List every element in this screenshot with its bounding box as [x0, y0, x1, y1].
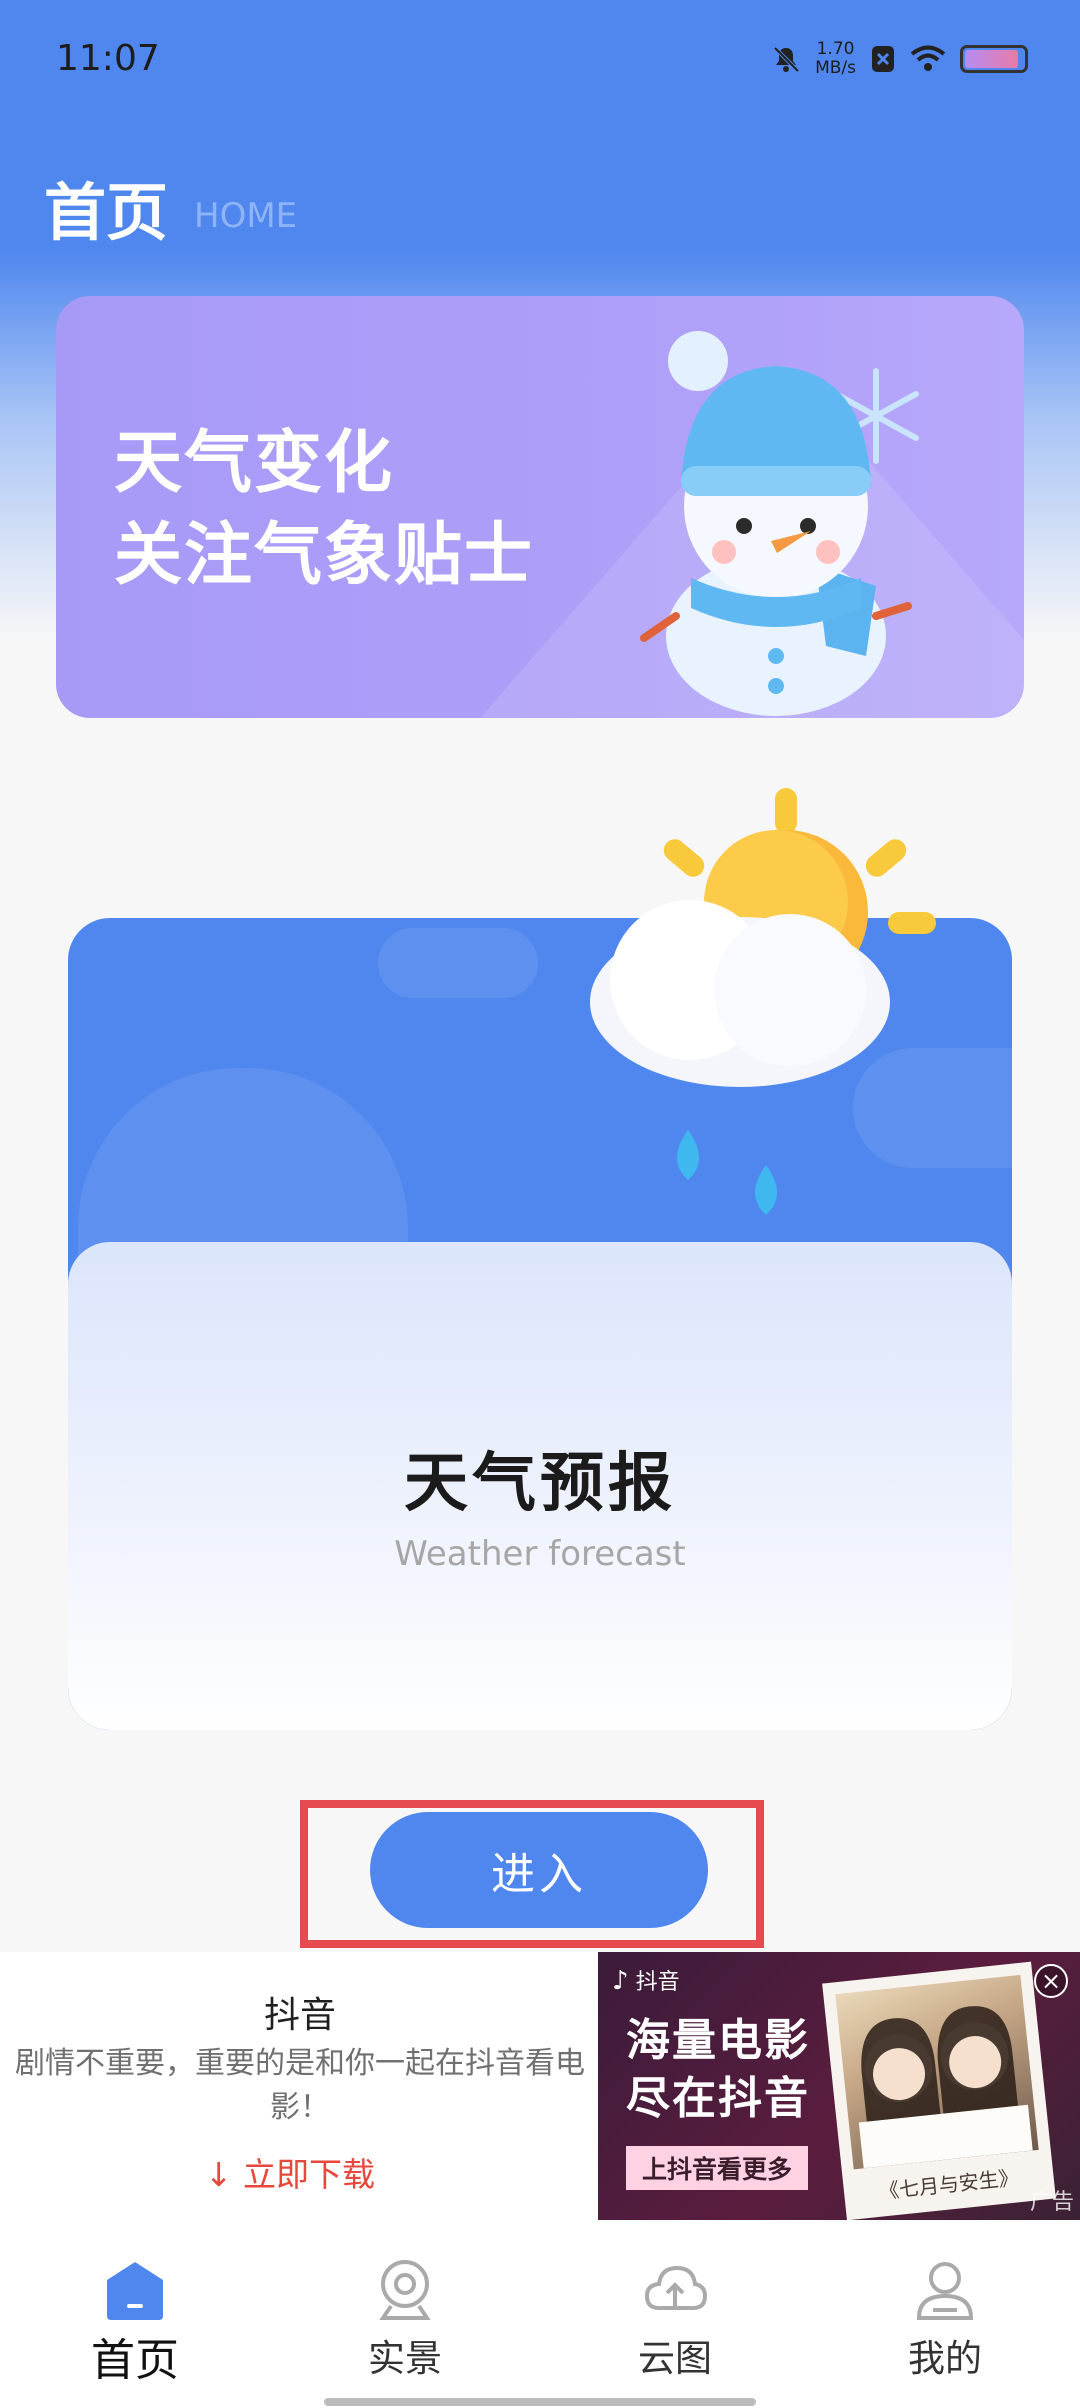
poster-photo [835, 1974, 1039, 2170]
page-title: 首页 [44, 176, 169, 249]
user-icon [916, 2262, 974, 2320]
net-speed-value: 1.70 [816, 39, 855, 59]
background-cloud [78, 1068, 408, 1258]
ad-slogan: 海量电影 尽在抖音 [626, 2012, 810, 2128]
wifi-icon [910, 45, 946, 71]
tiktok-logo-icon: ♪ [612, 1966, 629, 1996]
ad-description: 剧情不重要，重要的是和你一起在抖音看电影！ [15, 2046, 585, 2125]
ad-label: 广告 [1029, 2190, 1074, 2215]
bottom-navigation: 首页 实景 云图 我的 [0, 2220, 1080, 2408]
ad-close-icon[interactable]: × [1034, 1964, 1068, 1998]
status-icons: 1.70 MB/s [771, 40, 1028, 78]
page-subtitle: HOME [194, 196, 298, 236]
snowman-illustration [640, 331, 919, 716]
weather-tips-banner[interactable]: 天气变化 关注气象贴士 [56, 296, 1024, 718]
ad-image[interactable]: ♪ 抖音 海量电影 尽在抖音 上抖音看更多 《七月与安生》 × 广告 [598, 1952, 1080, 2220]
forecast-subtitle: Weather forecast [394, 1534, 686, 1574]
home-icon [107, 2262, 163, 2320]
status-time: 11:07 [56, 38, 160, 79]
ad-brand-label: 抖音 [635, 1970, 680, 1995]
nav-item-profile[interactable]: 我的 [810, 2220, 1080, 2408]
ad-movie-poster: 《七月与安生》 [822, 1961, 1056, 2220]
forecast-panel: 天气预报 Weather forecast [68, 1242, 1012, 1730]
nav-label-home: 首页 [91, 2335, 179, 2386]
home-indicator[interactable] [324, 2398, 756, 2406]
sun-cloud-rain-illustration [590, 788, 936, 1215]
nav-item-cloud-map[interactable]: 云图 [540, 2220, 810, 2408]
banner-text: 天气变化 关注气象贴士 [114, 418, 534, 602]
sim-card-icon [872, 46, 894, 72]
cloud-upload-icon [644, 2265, 707, 2310]
mute-bell-icon [773, 46, 800, 73]
nav-item-home[interactable]: 首页 [0, 2220, 270, 2408]
ad-slogan-line-2: 尽在抖音 [626, 2073, 810, 2124]
battery-level [965, 50, 1019, 68]
enter-button[interactable]: 进入 [370, 1812, 708, 1928]
location-camera-icon [379, 2260, 431, 2320]
ad-download-link[interactable]: ↓ 立即下载 [0, 2148, 580, 2196]
ad-slogan-line-1: 海量电影 [626, 2015, 810, 2066]
banner-line-1: 天气变化 [114, 424, 395, 503]
ad-tag: 上抖音看更多 [626, 2146, 809, 2190]
status-bar: 11:07 1.70 MB/s [0, 0, 1080, 120]
nav-label-profile: 我的 [908, 2337, 982, 2380]
banner-line-2: 关注气象贴士 [114, 516, 535, 595]
nav-label-live-view: 实景 [368, 2337, 442, 2380]
forecast-title: 天气预报 [404, 1447, 676, 1521]
poster-portrait [858, 2006, 1033, 2169]
advertisement-banner[interactable]: 抖音 剧情不重要，重要的是和你一起在抖音看电影！ ↓ 立即下载 ♪ 抖音 海量电… [0, 1952, 1080, 2220]
ad-app-name: 抖音 [263, 1995, 336, 2036]
battery-icon [960, 45, 1028, 73]
net-speed-unit: MB/s [815, 58, 856, 78]
nav-item-live-view[interactable]: 实景 [270, 2220, 540, 2408]
net-speed: 1.70 MB/s [815, 40, 856, 78]
nav-label-cloud-map: 云图 [638, 2337, 712, 2380]
ad-brand: ♪ 抖音 [612, 1964, 680, 1996]
background-cloud [378, 928, 538, 998]
